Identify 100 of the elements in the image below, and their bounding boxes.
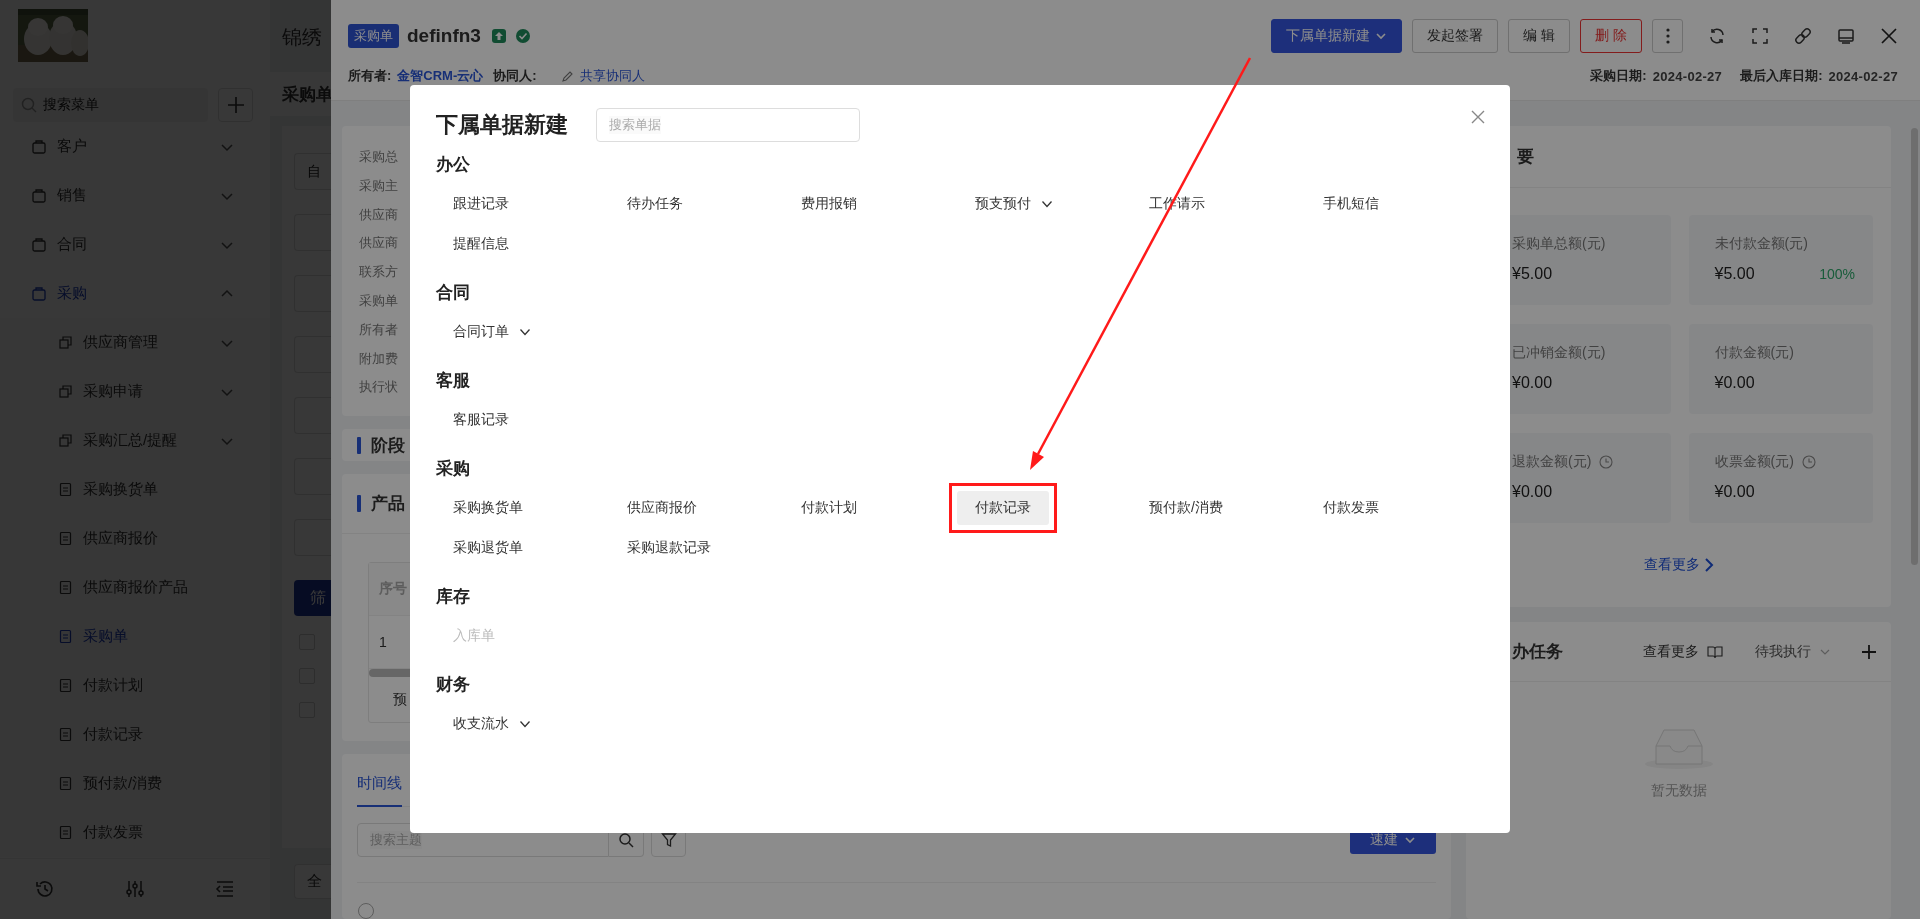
upload-icon[interactable] [490, 28, 507, 44]
history-icon[interactable] [34, 878, 56, 900]
document-type-item[interactable]: 预付款/消费 [1131, 491, 1241, 525]
group-heading: 库存 [436, 586, 471, 608]
field-label: 供应商 [359, 205, 398, 224]
folder-icon [31, 187, 47, 204]
document-type-item[interactable]: 跟进记录 [435, 187, 527, 221]
document-type-item[interactable]: 供应商报价 [609, 491, 715, 525]
purchase-date: 2024-02-27 [1652, 68, 1723, 84]
purchase-date-label: 采购日期: [1590, 67, 1647, 85]
metric-value: ¥0.00 [1512, 483, 1553, 501]
copy-icon [58, 433, 73, 448]
field-label: 供应商 [359, 234, 398, 253]
monitor-icon[interactable] [1837, 27, 1855, 45]
fullscreen-icon[interactable] [1751, 27, 1769, 45]
metric-value: ¥5.00 [1512, 265, 1553, 283]
group-heading: 办公 [436, 154, 471, 176]
document-type-item[interactable]: 费用报销 [783, 187, 875, 221]
add-button[interactable] [218, 88, 253, 122]
card-title: 产品 [371, 493, 405, 516]
metric-value: ¥0.00 [1714, 374, 1755, 392]
tab[interactable]: 时间线 [357, 774, 402, 807]
document-icon [58, 727, 73, 742]
collaborator-label: 协同人: [493, 67, 537, 85]
field-label: 采购单 [359, 292, 398, 310]
document-icon [58, 531, 73, 546]
metric-value: ¥0.00 [1512, 374, 1553, 392]
document-type-item[interactable]: 待办任务 [609, 187, 701, 221]
field-label: 联系方 [359, 263, 398, 282]
search-field[interactable]: 搜索单据 [596, 108, 860, 142]
table-cell: 预 [393, 690, 407, 709]
document-icon [58, 825, 73, 840]
collapse-icon[interactable] [214, 878, 236, 900]
document-type-item[interactable]: 付款计划 [783, 491, 875, 525]
action-button[interactable]: 下属单据新建 [1271, 19, 1403, 53]
chevron-down-icon [519, 718, 531, 730]
scrollbar[interactable] [1911, 128, 1918, 565]
folder-icon [31, 236, 47, 253]
refresh-icon[interactable] [1708, 27, 1726, 45]
pencil-icon [560, 69, 574, 83]
document-type-item[interactable]: 收支流水 [435, 707, 549, 741]
document-type-item[interactable]: 预支预付 [957, 187, 1071, 221]
metric-label: 采购单总额(元) [1512, 235, 1606, 253]
group-heading: 客服 [436, 370, 471, 392]
view-more-link[interactable]: 查看更多 [1643, 642, 1699, 661]
chevron-down-icon [519, 326, 531, 338]
card-title: 阶段 [371, 434, 405, 457]
more-icon [1665, 28, 1670, 44]
check-circle-icon [514, 28, 531, 44]
table-cell: 1 [379, 634, 387, 651]
percentage: 100% [1819, 266, 1855, 282]
owner-label: 所有者: [348, 67, 392, 85]
metric-value: ¥0.00 [1714, 483, 1755, 501]
document-type-item[interactable]: 付款发票 [1305, 491, 1397, 525]
document-type-item[interactable]: 提醒信息 [435, 227, 527, 261]
document-type-item[interactable]: 客服记录 [435, 403, 527, 437]
document-type-item[interactable]: 付款记录 [957, 491, 1049, 525]
folder-icon [31, 285, 47, 302]
dialog-title: 下属单据新建 [436, 111, 568, 139]
document-icon [58, 629, 73, 644]
metric-label: 付款金额(元) [1714, 344, 1794, 362]
more-button[interactable] [1652, 19, 1683, 53]
card-title: 办任务 [1512, 641, 1563, 663]
filter-icon [660, 832, 677, 848]
record-title: definfn3 [407, 25, 481, 47]
link-icon[interactable] [1794, 27, 1812, 45]
action-button[interactable]: 编 辑 [1508, 19, 1571, 53]
document-type-item[interactable]: 手机短信 [1305, 187, 1397, 221]
field-label: 所有者 [359, 320, 398, 339]
document-icon [58, 482, 73, 497]
document-type-item[interactable]: 采购退款记录 [609, 531, 729, 565]
chevron-down-icon [1375, 30, 1388, 42]
view-more-link[interactable]: 查看更多 [1643, 556, 1714, 574]
field-label: 执行状 [359, 378, 398, 397]
last-inbound-label: 最后入库日期: [1740, 67, 1823, 85]
book-icon [1707, 644, 1723, 659]
document-icon [58, 580, 73, 595]
document-type-item[interactable]: 采购退货单 [435, 531, 541, 565]
metric-label: 收票金额(元) [1714, 453, 1794, 471]
group-heading: 采购 [436, 458, 471, 480]
metric-label: 已冲销金额(元) [1512, 344, 1606, 362]
sliders-icon[interactable] [124, 878, 146, 900]
field-label: 采购总 [359, 148, 398, 166]
close-icon[interactable] [1470, 109, 1486, 125]
action-button[interactable]: 删 除 [1580, 19, 1642, 53]
card-title: 要 [1517, 146, 1534, 168]
document-type-item[interactable]: 采购换货单 [435, 491, 541, 525]
close-icon[interactable] [1880, 27, 1898, 45]
chevron-down-icon [1041, 198, 1053, 210]
owner-link[interactable]: 金智CRM-云心 [397, 67, 484, 85]
search-icon [618, 832, 634, 848]
share-collaborator-link[interactable]: 共享协同人 [579, 67, 645, 85]
record-type-badge: 采购单 [348, 24, 399, 48]
chevron-right-icon [1703, 558, 1714, 572]
copy-icon [58, 335, 73, 350]
document-type-item[interactable]: 合同订单 [435, 315, 549, 349]
metric-label: 退款金额(元) [1512, 453, 1592, 471]
task-filter-dropdown[interactable]: 待我执行 [1755, 642, 1811, 661]
action-button[interactable]: 发起签署 [1412, 19, 1499, 53]
plus-icon[interactable] [1861, 643, 1877, 660]
